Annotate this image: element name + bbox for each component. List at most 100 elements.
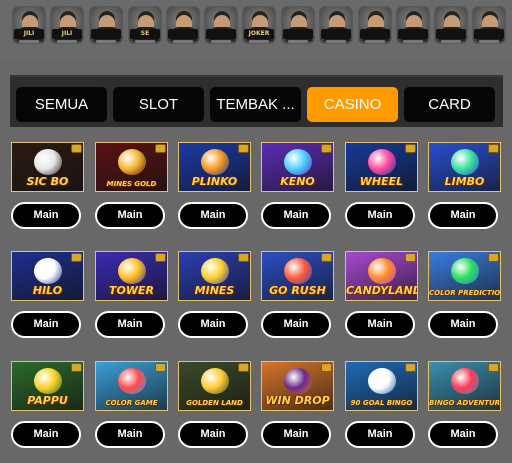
provider-logo-9[interactable]	[358, 6, 392, 44]
play-button[interactable]: Main	[95, 202, 165, 229]
provider-name	[474, 29, 504, 39]
provider-base	[96, 40, 116, 43]
tab-slot[interactable]: SLOT	[113, 87, 204, 122]
game-art-icon	[284, 368, 312, 394]
game-art-icon	[368, 149, 396, 175]
play-button[interactable]: Main	[428, 421, 498, 448]
provider-name: JILI	[52, 29, 82, 39]
game-thumbnail[interactable]: HILO	[11, 251, 84, 301]
provider-base	[441, 40, 461, 43]
game-thumbnail[interactable]: WIN DROP	[261, 361, 334, 411]
game-thumbnail[interactable]: MINES	[178, 251, 251, 301]
game-title: COLOR GAME	[105, 399, 158, 407]
tab-casino[interactable]: CASINO	[307, 87, 398, 122]
provider-name	[283, 29, 313, 39]
tab-semua[interactable]: SEMUA	[16, 87, 107, 122]
play-button[interactable]: Main	[11, 311, 81, 338]
provider-base	[173, 40, 193, 43]
play-button[interactable]: Main	[261, 311, 331, 338]
game-title: MINES	[194, 284, 235, 297]
game-thumbnail[interactable]: GO RUSH	[261, 251, 334, 301]
provider-logo-4[interactable]	[166, 6, 200, 44]
provider-badge-icon	[321, 144, 332, 153]
game-thumbnail[interactable]: SIC BO	[11, 142, 84, 192]
game-thumbnail[interactable]: MINES GOLD	[95, 142, 168, 192]
provider-logo-8[interactable]	[319, 6, 353, 44]
provider-badge-icon	[155, 144, 166, 153]
game-art-icon	[451, 368, 479, 394]
play-button[interactable]: Main	[178, 421, 248, 448]
game-art-icon	[201, 258, 229, 284]
play-button[interactable]: Main	[261, 421, 331, 448]
provider-base	[403, 40, 423, 43]
provider-base	[211, 40, 231, 43]
play-button[interactable]: Main	[428, 202, 498, 229]
play-button[interactable]: Main	[95, 311, 165, 338]
provider-badge-icon	[238, 253, 249, 262]
provider-name	[206, 29, 236, 39]
game-thumbnail[interactable]: WHEEL	[345, 142, 418, 192]
play-button[interactable]: Main	[95, 421, 165, 448]
play-button[interactable]: Main	[261, 202, 331, 229]
play-button[interactable]: Main	[178, 311, 248, 338]
provider-badge-icon	[71, 144, 82, 153]
game-thumbnail[interactable]: TOWER	[95, 251, 168, 301]
game-thumbnail[interactable]: COLOR GAME	[95, 361, 168, 411]
provider-logo-1[interactable]: JILI	[50, 6, 84, 44]
provider-logo-2[interactable]	[89, 6, 123, 44]
provider-name	[321, 29, 351, 39]
game-title: 90 GOAL BINGO	[350, 399, 413, 407]
play-button[interactable]: Main	[345, 311, 415, 338]
provider-logo-6[interactable]: JOKER	[242, 6, 276, 44]
play-button[interactable]: Main	[178, 202, 248, 229]
play-button[interactable]: Main	[428, 311, 498, 338]
provider-base	[135, 40, 155, 43]
provider-name: SE	[130, 29, 160, 39]
provider-badge-icon	[71, 363, 82, 372]
game-art-icon	[284, 149, 312, 175]
provider-badge-icon	[321, 253, 332, 262]
provider-badge-icon	[405, 253, 416, 262]
game-art-icon	[368, 258, 396, 284]
game-art-icon	[34, 258, 62, 284]
provider-logo-11[interactable]	[434, 6, 468, 44]
game-title: BINGO ADVENTURE	[429, 399, 500, 407]
provider-logo-10[interactable]	[396, 6, 430, 44]
provider-base	[19, 40, 39, 43]
game-thumbnail[interactable]: COLOR PREDICTION	[428, 251, 501, 301]
game-thumbnail[interactable]: CANDYLAND	[345, 251, 418, 301]
game-thumbnail[interactable]: PAPPU	[11, 361, 84, 411]
game-title: TOWER	[109, 284, 154, 297]
game-title: GOLDEN LAND	[186, 399, 243, 407]
game-thumbnail[interactable]: 90 GOAL BINGO	[345, 361, 418, 411]
category-tab-bar: SEMUA SLOT TEMBAK ... CASINO CARD	[10, 75, 503, 127]
provider-badge-icon	[405, 144, 416, 153]
play-button[interactable]: Main	[345, 202, 415, 229]
game-thumbnail[interactable]: BINGO ADVENTURE	[428, 361, 501, 411]
tab-tembak[interactable]: TEMBAK ...	[210, 87, 301, 122]
game-art-icon	[34, 368, 62, 394]
game-title: WHEEL	[359, 175, 404, 188]
provider-logo-3[interactable]: SE	[128, 6, 162, 44]
game-thumbnail[interactable]: GOLDEN LAND	[178, 361, 251, 411]
provider-name	[436, 29, 466, 39]
provider-logo-0[interactable]: JILI	[12, 6, 46, 44]
play-button[interactable]: Main	[11, 421, 81, 448]
game-thumbnail[interactable]: PLINKO	[178, 142, 251, 192]
tab-card[interactable]: CARD	[404, 87, 495, 122]
provider-logo-5[interactable]	[204, 6, 238, 44]
provider-badge-icon	[155, 253, 166, 262]
provider-name	[168, 29, 198, 39]
game-art-icon	[118, 368, 146, 394]
provider-logo-12[interactable]	[472, 6, 506, 44]
provider-logo-7[interactable]	[281, 6, 315, 44]
game-title: WIN DROP	[265, 394, 330, 407]
game-title: LIMBO	[444, 175, 485, 188]
provider-badge-icon	[238, 144, 249, 153]
game-thumbnail[interactable]: KENO	[261, 142, 334, 192]
provider-badge-icon	[405, 363, 416, 372]
play-button[interactable]: Main	[11, 202, 81, 229]
game-title: MINES GOLD	[106, 180, 157, 188]
game-thumbnail[interactable]: LIMBO	[428, 142, 501, 192]
play-button[interactable]: Main	[345, 421, 415, 448]
